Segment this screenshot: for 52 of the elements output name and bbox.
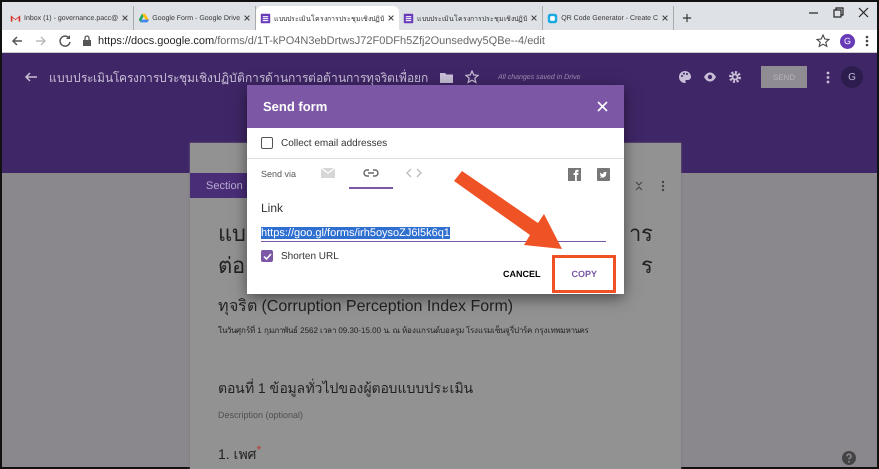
- mail-icon: [10, 12, 21, 24]
- more-icon[interactable]: [865, 35, 869, 47]
- back-icon[interactable]: [10, 34, 24, 48]
- url-text[interactable]: https://docs.google.com/forms/d/1T-kPO4N3ebDrtwsJ72F0DFh5Zfj2Ounsedwy5QBe--4/edit: [98, 35, 545, 47]
- form-icon: [260, 12, 272, 24]
- facebook-icon[interactable]: [568, 168, 581, 180]
- dialog-title: Send form: [263, 99, 328, 114]
- eye-icon[interactable]: [703, 70, 717, 84]
- reload-icon[interactable]: [58, 34, 72, 48]
- title-text: าร: [629, 220, 653, 248]
- drive-icon: [138, 12, 150, 24]
- collapse-icon[interactable]: [635, 180, 643, 190]
- new-tab-icon[interactable]: [682, 13, 692, 23]
- form-description: ในวันศุกร์ที่ 1 กุมภาพันธ์ 2562 เวลา 09.30-15.00 น. ณ ห้องแกรนด์บอลรูม โรงแรมเซ็นจูรี่ปาร์ค กรุงเทพมหานคร: [218, 324, 590, 337]
- checkbox-label: Shorten URL: [281, 250, 339, 262]
- close-icon[interactable]: [661, 14, 670, 22]
- more-icon[interactable]: [826, 70, 830, 84]
- close-icon[interactable]: [121, 14, 130, 22]
- form-icon: [403, 12, 414, 24]
- settings-icon[interactable]: [728, 70, 742, 84]
- qr-icon: [547, 12, 558, 24]
- form-title[interactable]: แบบประเมินโครงการประชุมเชิงปฏิบัติการด้านการต่อต้านการทุจริตเพื่อยก: [49, 68, 428, 86]
- cancel-button[interactable]: CANCEL: [496, 261, 546, 287]
- lock-icon: [82, 35, 92, 47]
- back-icon[interactable]: [24, 70, 38, 84]
- required-mark: *: [256, 443, 262, 456]
- title-text: ร: [641, 252, 653, 280]
- restore-icon[interactable]: [833, 6, 844, 18]
- profile-avatar[interactable]: G: [841, 66, 863, 88]
- checkbox-label: Collect email addresses: [281, 138, 388, 148]
- checkbox[interactable]: [261, 137, 273, 149]
- email-icon: [320, 166, 336, 180]
- help-icon[interactable]: [842, 451, 856, 465]
- title-text: ต่อ: [218, 252, 245, 280]
- twitter-icon[interactable]: [597, 168, 610, 180]
- palette-icon[interactable]: [678, 70, 692, 84]
- section-title: ตอนที่ 1 ข้อมูลทั่วไปของผู้ตอบแบบประเมิน: [218, 378, 475, 399]
- title-text: แบ: [218, 220, 246, 248]
- close-icon[interactable]: [387, 14, 396, 22]
- question-title: 1. เพศ: [218, 446, 257, 462]
- embed-icon: [406, 166, 422, 180]
- title-text: ทุจริต (Corruption Perception Index Form): [218, 297, 514, 318]
- copy-button[interactable]: COPY: [557, 260, 611, 288]
- link-label: Link: [260, 200, 284, 215]
- close-icon[interactable]: [858, 6, 869, 18]
- profile-avatar[interactable]: G: [840, 34, 855, 48]
- close-icon[interactable]: [243, 14, 252, 22]
- checkbox[interactable]: [261, 250, 273, 262]
- section-tab[interactable]: Section: [190, 173, 247, 198]
- star-icon[interactable]: [816, 34, 830, 48]
- close-icon[interactable]: [530, 14, 538, 22]
- send-via-label: Send via: [261, 169, 298, 179]
